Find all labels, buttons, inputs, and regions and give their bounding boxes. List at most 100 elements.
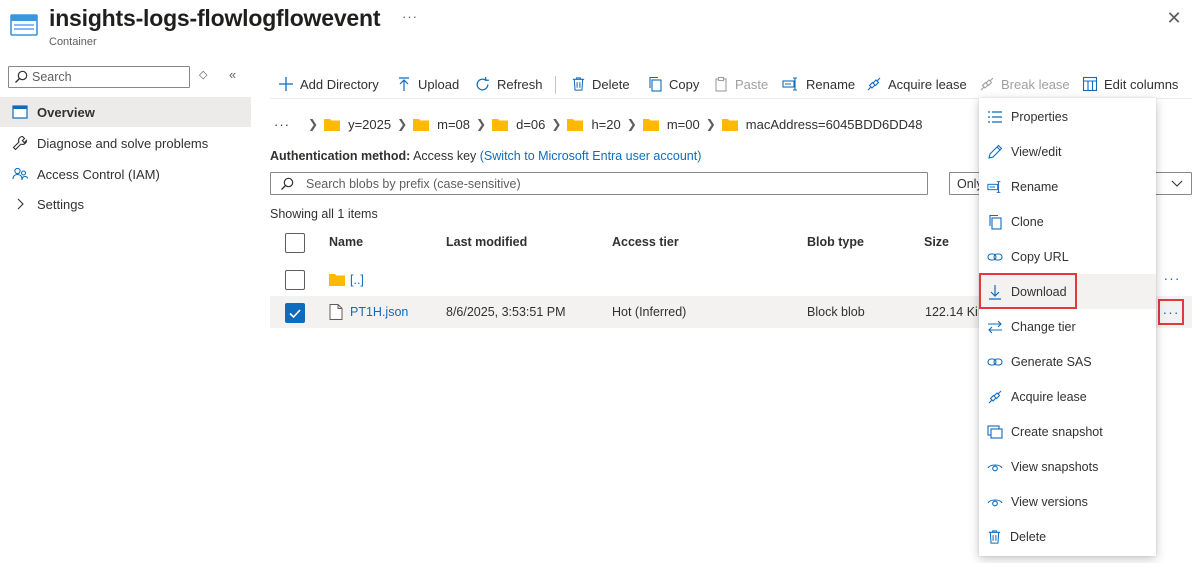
breadcrumb-label: h=20 — [591, 116, 621, 132]
add-directory-label: Add Directory — [300, 76, 379, 92]
refresh-label: Refresh — [497, 76, 543, 92]
upload-icon — [399, 77, 409, 91]
column-header-size[interactable]: Size — [924, 235, 949, 249]
upload-button[interactable]: Upload — [396, 71, 459, 97]
close-button[interactable]: ✕ — [1164, 8, 1184, 28]
menu-item-view-edit[interactable]: View/edit — [979, 134, 1156, 169]
lease-icon — [867, 77, 881, 91]
menu-item-create-snapshot[interactable]: Create snapshot — [979, 414, 1156, 449]
paste-button[interactable]: Paste — [713, 71, 768, 97]
breadcrumb-label: m=08 — [437, 116, 471, 132]
row-checkbox-checked[interactable] — [285, 303, 305, 323]
checkmark-icon — [289, 309, 301, 319]
menu-item-change-tier[interactable]: Change tier — [979, 309, 1156, 344]
menu-item-clone[interactable]: Clone — [979, 204, 1156, 239]
column-header-last-modified[interactable]: Last modified — [446, 235, 527, 249]
nav-item-label: Settings — [37, 196, 84, 212]
folder-icon — [642, 118, 659, 131]
parent-folder-link[interactable]: [..] — [350, 273, 364, 287]
row-more-button[interactable]: ··· — [1159, 267, 1185, 293]
refresh-button[interactable]: Refresh — [474, 71, 543, 97]
breadcrumb-item[interactable]: m=08 — [413, 117, 470, 132]
column-header-name[interactable]: Name — [329, 235, 363, 249]
last-modified-cell: 8/6/2025, 3:53:51 PM — [446, 305, 566, 319]
break-lease-button[interactable]: Break lease — [979, 71, 1070, 97]
blob-search-input[interactable]: Search blobs by prefix (case-sensitive) — [270, 172, 928, 195]
nav-search-input[interactable]: Search — [8, 66, 190, 88]
column-header-access-tier[interactable]: Access tier — [612, 235, 679, 249]
nav-item-iam[interactable]: Access Control (IAM) — [0, 159, 251, 189]
nav-sort-toggle[interactable]: ◇ — [199, 68, 207, 81]
toolbar-divider — [555, 76, 556, 94]
nav-item-overview[interactable]: Overview — [0, 97, 251, 127]
chevron-right-icon: ❯ — [705, 117, 716, 131]
break-lease-icon — [980, 77, 994, 91]
menu-item-generate-sas[interactable]: Generate SAS — [979, 344, 1156, 379]
size-cell: 122.14 KiB — [925, 305, 987, 319]
menu-item-rename[interactable]: Rename — [979, 169, 1156, 204]
nav-item-label: Overview — [37, 104, 95, 120]
break-lease-label: Break lease — [1001, 76, 1070, 92]
menu-item-delete[interactable]: Delete — [979, 519, 1156, 554]
row-checkbox[interactable] — [285, 270, 305, 290]
file-icon — [329, 304, 343, 323]
access-tier-cell: Hot (Inferred) — [612, 305, 687, 319]
auth-method: Authentication method: Access key (Switc… — [270, 149, 701, 163]
rename-icon — [782, 77, 797, 91]
trash-icon — [988, 529, 1001, 544]
copy-button[interactable]: Copy — [647, 71, 699, 97]
menu-item-copy-url[interactable]: Copy URL — [979, 239, 1156, 274]
folder-icon — [492, 118, 509, 131]
page-title: insights-logs-flowlogflowevent — [49, 5, 381, 31]
chevron-right-icon: ❯ — [551, 117, 562, 131]
title-more-button[interactable]: ··· — [402, 9, 418, 24]
nav-collapse-button[interactable]: « — [229, 67, 236, 82]
chevron-right-icon: ❯ — [476, 117, 487, 131]
menu-item-view-versions[interactable]: View versions — [979, 484, 1156, 519]
breadcrumb-item[interactable]: m=00 — [642, 116, 700, 132]
rename-label: Rename — [806, 76, 856, 92]
rename-button[interactable]: Rename — [782, 71, 855, 97]
page-subtitle: Container — [49, 36, 97, 48]
columns-icon — [1082, 76, 1098, 92]
delete-button[interactable]: Delete — [571, 71, 630, 97]
breadcrumb-label: m=00 — [666, 116, 700, 132]
acquire-lease-button[interactable]: Acquire lease — [866, 71, 967, 97]
select-all-checkbox[interactable] — [285, 233, 305, 253]
add-directory-button[interactable]: Add Directory — [278, 71, 379, 97]
nav-item-diagnose[interactable]: Diagnose and solve problems — [0, 128, 251, 158]
row-more-button-active[interactable]: ··· — [1158, 299, 1184, 325]
chevron-right-icon: ❯ — [626, 117, 637, 131]
breadcrumb-ellipsis[interactable]: ··· — [274, 117, 290, 132]
list-icon — [988, 110, 1002, 123]
menu-item-label: Acquire lease — [1011, 389, 1087, 404]
trash-icon — [572, 77, 585, 91]
breadcrumb-item[interactable]: h=20 — [567, 116, 621, 132]
link-icon — [987, 252, 1003, 261]
file-name-link[interactable]: PT1H.json — [350, 305, 408, 319]
menu-item-label: Properties — [1011, 109, 1068, 124]
overview-icon — [12, 104, 28, 120]
nav-item-label: Diagnose and solve problems — [37, 135, 209, 151]
folder-icon — [413, 118, 430, 131]
download-highlight-box — [979, 273, 1077, 309]
nav-item-settings[interactable]: Settings — [0, 189, 251, 219]
paste-label: Paste — [735, 76, 769, 92]
menu-item-view-snapshots[interactable]: View snapshots — [979, 449, 1156, 484]
blob-type-cell: Block blob — [807, 305, 865, 319]
breadcrumb-label: y=2025 — [348, 116, 392, 132]
switch-auth-link[interactable]: (Switch to Microsoft Entra user account) — [480, 149, 702, 163]
breadcrumb-item[interactable]: d=06 — [492, 117, 545, 132]
edit-columns-button[interactable]: Edit columns — [1082, 71, 1178, 97]
chevron-down-icon — [1169, 175, 1185, 194]
swap-icon — [988, 320, 1002, 333]
breadcrumb-item[interactable]: y=2025 — [324, 117, 391, 132]
menu-item-properties[interactable]: Properties — [979, 99, 1156, 134]
menu-item-acquire-lease[interactable]: Acquire lease — [979, 379, 1156, 414]
column-header-blob-type[interactable]: Blob type — [807, 235, 864, 249]
nav-search-placeholder: Search — [32, 70, 72, 84]
menu-item-label: View versions — [1011, 494, 1088, 509]
chevron-right-icon — [12, 196, 28, 212]
pencil-icon — [988, 144, 1003, 159]
breadcrumb-item[interactable]: macAddress=6045BDD6DD48 — [721, 117, 922, 132]
